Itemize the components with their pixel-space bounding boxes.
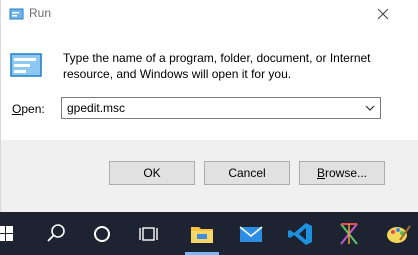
dialog-message: Type the name of a program, folder, docu…: [63, 51, 371, 81]
paint-icon[interactable]: [382, 218, 414, 250]
browse-mnemonic: B: [316, 166, 325, 180]
cortana-icon[interactable]: [86, 218, 118, 250]
mail-icon[interactable]: [235, 218, 267, 250]
open-label-text: pen:: [21, 102, 45, 116]
open-combobox[interactable]: gpedit.msc: [61, 97, 381, 119]
search-icon[interactable]: [40, 218, 72, 250]
run-program-icon: [10, 53, 42, 77]
app-icon[interactable]: [333, 218, 365, 250]
browse-button[interactable]: Browse...: [299, 161, 385, 185]
open-label: Open:: [12, 102, 45, 116]
vscode-icon[interactable]: [284, 218, 316, 250]
browse-label: rowse...: [325, 166, 368, 180]
run-dialog: Run Type the name of a program, folder, …: [0, 0, 418, 212]
window-title: Run: [29, 6, 52, 20]
file-explorer-icon[interactable]: [186, 218, 218, 250]
open-label-mnemonic: O: [12, 102, 22, 116]
run-title-icon: [9, 8, 24, 20]
button-area: OK Cancel Browse...: [1, 140, 418, 212]
open-input[interactable]: gpedit.msc: [67, 101, 125, 115]
cancel-button[interactable]: Cancel: [204, 161, 290, 185]
ok-button[interactable]: OK: [109, 161, 195, 185]
task-view-icon[interactable]: [134, 218, 166, 250]
taskbar: [0, 212, 418, 255]
windows-start-icon[interactable]: [0, 218, 24, 250]
chevron-down-icon[interactable]: [364, 103, 376, 113]
close-icon[interactable]: [373, 4, 393, 24]
title-bar[interactable]: Run: [1, 0, 418, 30]
